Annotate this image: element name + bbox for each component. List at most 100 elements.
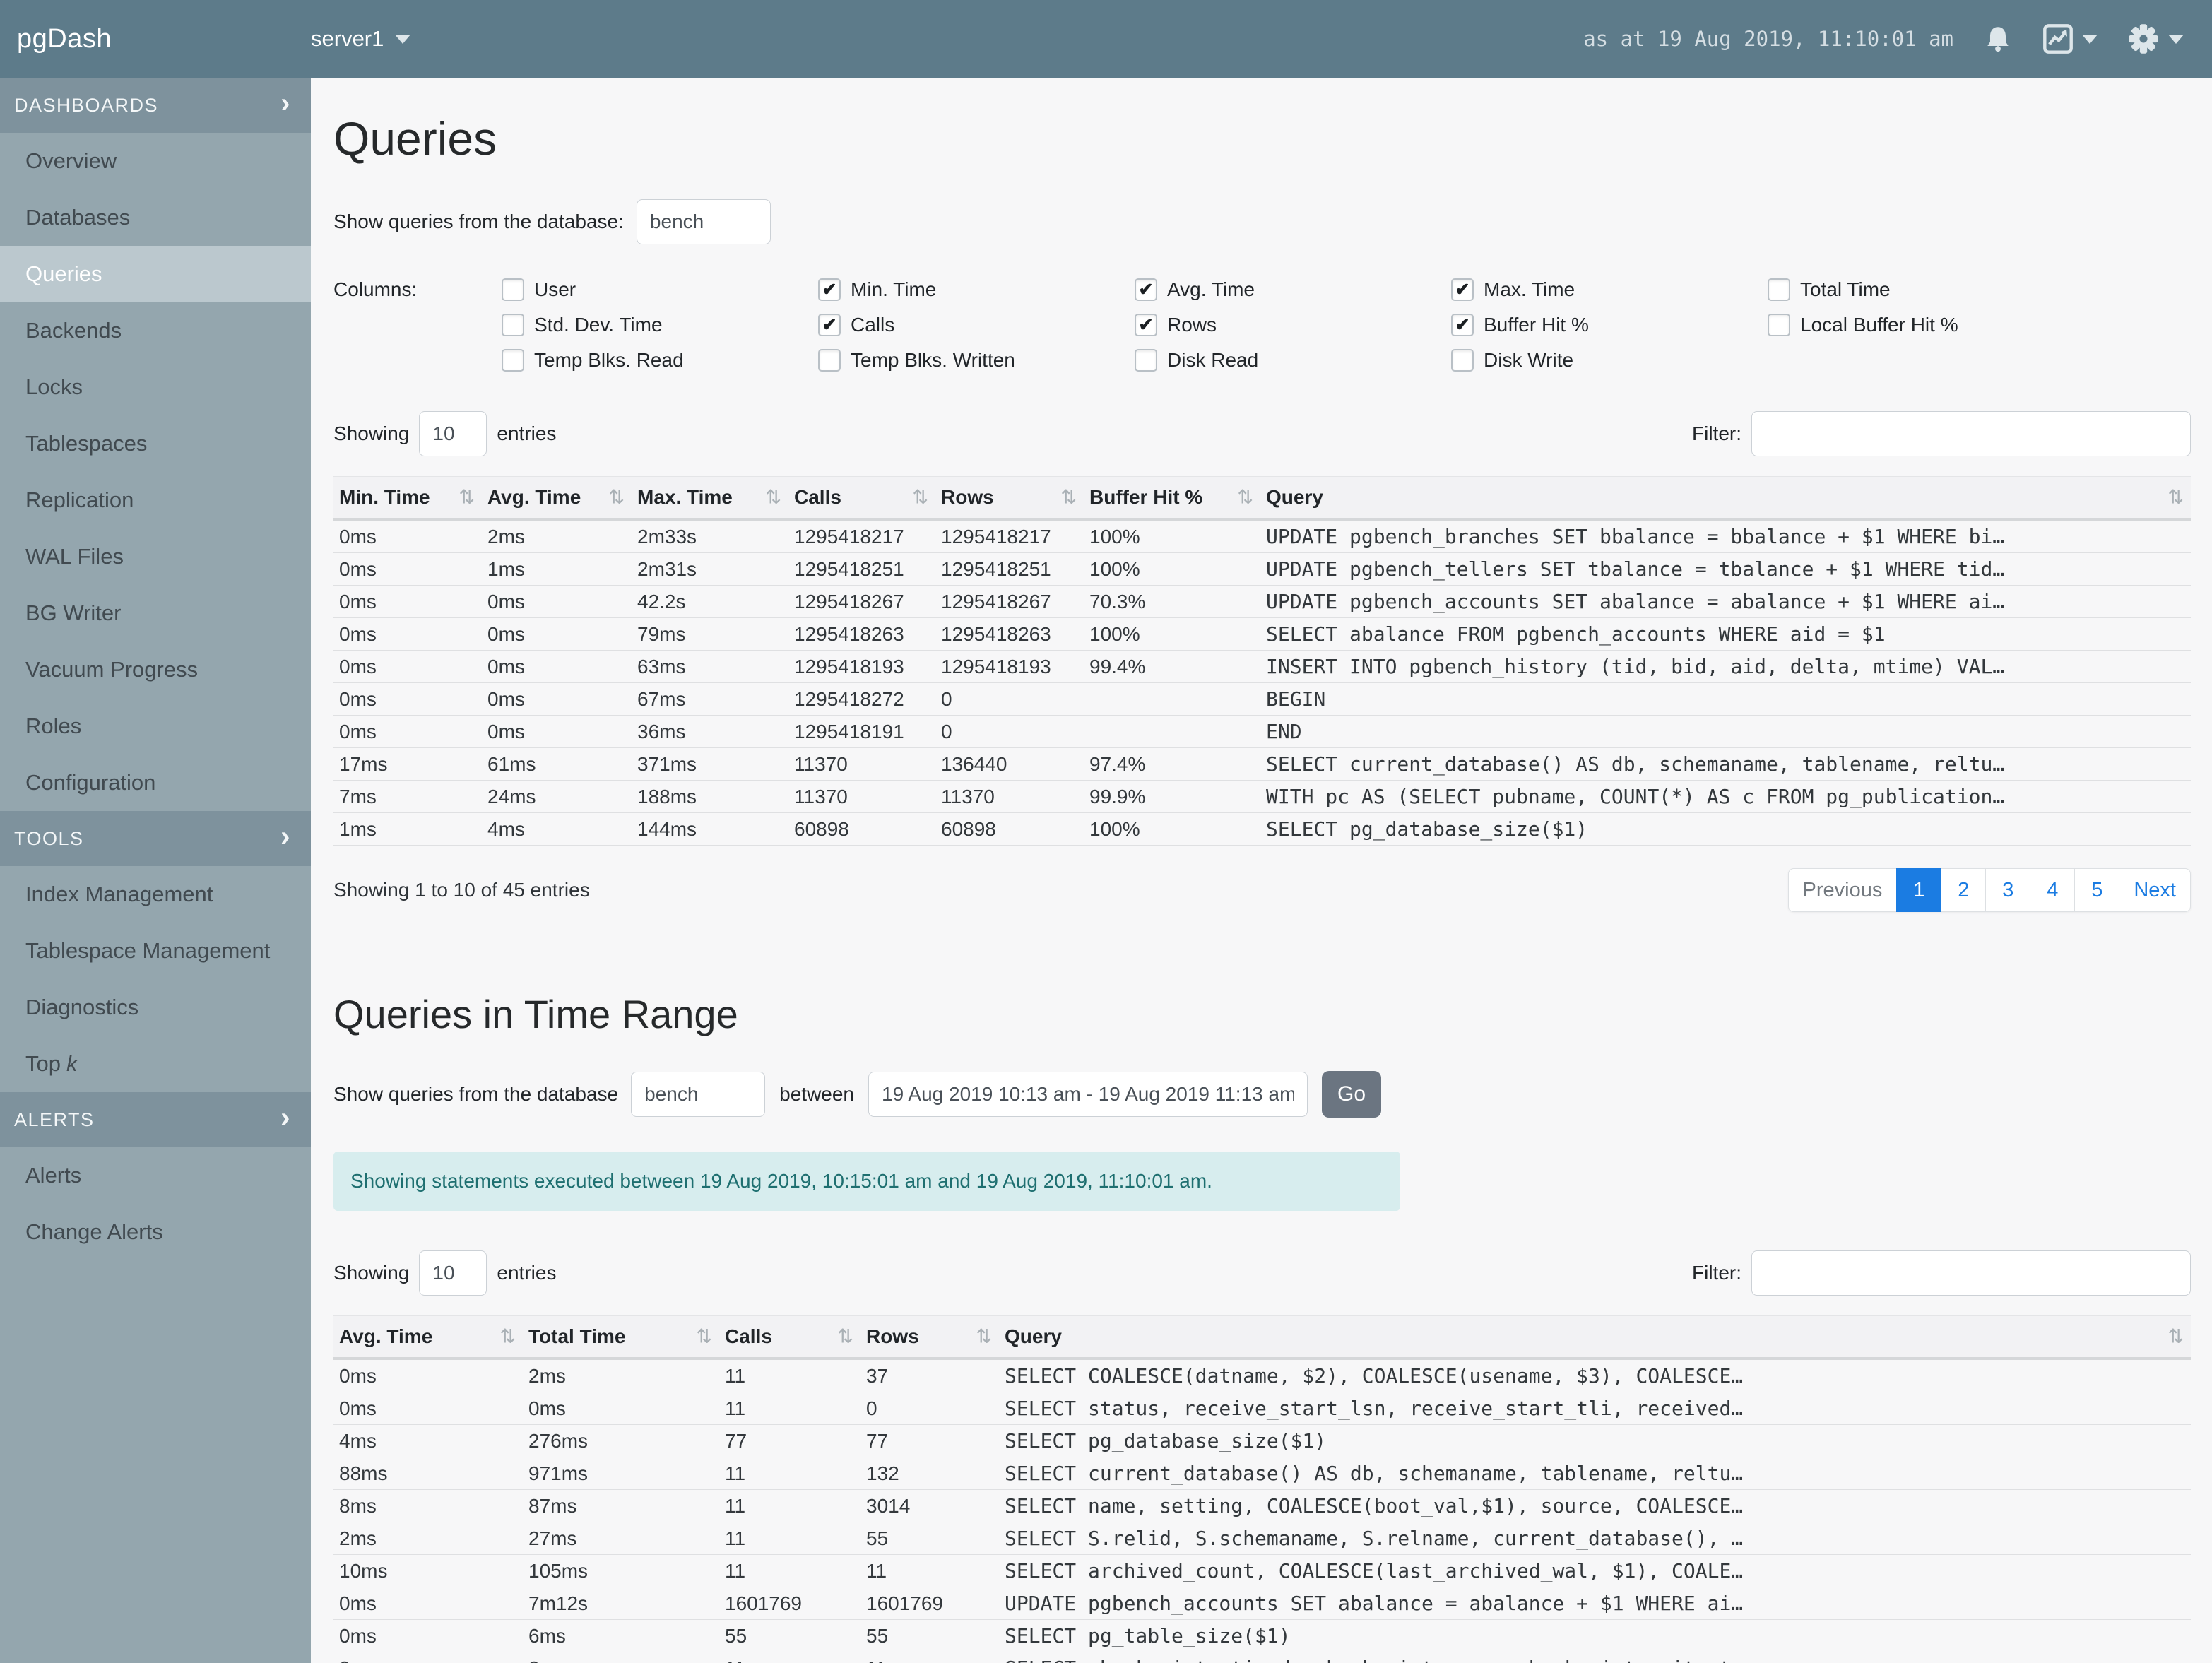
entries-count-input[interactable] xyxy=(419,1250,487,1296)
database-input[interactable] xyxy=(631,1072,766,1117)
entries-count-input[interactable] xyxy=(419,411,487,456)
date-range-input[interactable] xyxy=(868,1072,1308,1117)
query-link[interactable]: UPDATE pgbench_tellers SET tbalance = tb… xyxy=(1260,552,2191,586)
column-option-total-time[interactable]: Total Time xyxy=(1768,278,2084,301)
page-button-previous[interactable]: Previous xyxy=(1787,868,1898,912)
query-link[interactable]: SELECT name, setting, COALESCE(boot_val,… xyxy=(999,1489,2191,1522)
page-button-3[interactable]: 3 xyxy=(1985,868,2031,912)
column-header-calls[interactable]: Calls ⇅ xyxy=(719,1315,860,1360)
query-link[interactable]: UPDATE pgbench_accounts SET abalance = a… xyxy=(1260,585,2191,618)
query-link[interactable]: SELECT current_database() AS db, scheman… xyxy=(1260,747,2191,781)
column-header-query[interactable]: Query ⇅ xyxy=(999,1315,2191,1360)
page-button-next[interactable]: Next xyxy=(2119,868,2191,912)
column-header-total-time[interactable]: Total Time ⇅ xyxy=(523,1315,719,1360)
sidebar-item-diagnostics[interactable]: Diagnostics xyxy=(0,979,311,1036)
checkbox-checked-icon[interactable] xyxy=(1135,278,1157,301)
page-button-5[interactable]: 5 xyxy=(2074,868,2120,912)
checkbox-icon[interactable] xyxy=(502,314,524,336)
sidebar-item-tablespace-management[interactable]: Tablespace Management xyxy=(0,923,311,979)
column-header-buffer-hit[interactable]: Buffer Hit % ⇅ xyxy=(1084,476,1260,521)
query-link[interactable]: SELECT S.relid, S.schemaname, S.relname,… xyxy=(999,1522,2191,1555)
query-link[interactable]: SELECT pg_table_size($1) xyxy=(999,1619,2191,1652)
column-option-disk-read[interactable]: Disk Read xyxy=(1135,349,1451,372)
checkbox-checked-icon[interactable] xyxy=(818,278,841,301)
query-link[interactable]: WITH pc AS (SELECT pubname, COUNT(*) AS … xyxy=(1260,780,2191,813)
sidebar-item-change-alerts[interactable]: Change Alerts xyxy=(0,1204,311,1260)
checkbox-icon[interactable] xyxy=(1135,349,1157,372)
query-link[interactable]: UPDATE pgbench_branches SET bbalance = b… xyxy=(1260,519,2191,553)
sidebar-item-top-k[interactable]: Top k xyxy=(0,1036,311,1092)
checkbox-checked-icon[interactable] xyxy=(1451,278,1474,301)
checkbox-icon[interactable] xyxy=(502,278,524,301)
column-header-query[interactable]: Query ⇅ xyxy=(1260,476,2191,521)
filter-input[interactable] xyxy=(1751,1250,2191,1296)
column-option-user[interactable]: User xyxy=(502,278,818,301)
checkbox-checked-icon[interactable] xyxy=(818,314,841,336)
query-link[interactable]: SELECT checkpoints_timed, checkpoints_re… xyxy=(999,1652,2191,1663)
checkbox-checked-icon[interactable] xyxy=(1451,314,1474,336)
query-link[interactable]: SELECT archived_count, COALESCE(last_arc… xyxy=(999,1554,2191,1587)
sidebar-item-roles[interactable]: Roles xyxy=(0,698,311,754)
checkbox-icon[interactable] xyxy=(1451,349,1474,372)
column-option-buffer-hit[interactable]: Buffer Hit % xyxy=(1451,314,1768,336)
column-header-avg-time[interactable]: Avg. Time ⇅ xyxy=(333,1315,523,1360)
charts-menu-button[interactable] xyxy=(2042,23,2098,54)
column-header-max-time[interactable]: Max. Time ⇅ xyxy=(632,476,788,521)
column-header-avg-time[interactable]: Avg. Time ⇅ xyxy=(482,476,632,521)
column-header-calls[interactable]: Calls ⇅ xyxy=(788,476,935,521)
column-header-rows[interactable]: Rows ⇅ xyxy=(860,1315,999,1360)
sidebar-item-queries[interactable]: Queries xyxy=(0,246,311,302)
column-option-temp-blks-read[interactable]: Temp Blks. Read xyxy=(502,349,818,372)
sidebar-item-configuration[interactable]: Configuration xyxy=(0,754,311,811)
column-option-min-time[interactable]: Min. Time xyxy=(818,278,1135,301)
checkbox-icon[interactable] xyxy=(502,349,524,372)
query-link[interactable]: INSERT INTO pgbench_history (tid, bid, a… xyxy=(1260,650,2191,683)
sidebar-item-alerts[interactable]: Alerts xyxy=(0,1147,311,1204)
notifications-button[interactable] xyxy=(1983,24,2013,54)
checkbox-icon[interactable] xyxy=(1768,278,1790,301)
page-button-4[interactable]: 4 xyxy=(2030,868,2076,912)
column-option-rows[interactable]: Rows xyxy=(1135,314,1451,336)
page-button-1[interactable]: 1 xyxy=(1896,868,1942,912)
go-button[interactable]: Go xyxy=(1322,1071,1382,1118)
column-option-std-dev-time[interactable]: Std. Dev. Time xyxy=(502,314,818,336)
column-option-calls[interactable]: Calls xyxy=(818,314,1135,336)
sidebar-item-bg-writer[interactable]: BG Writer xyxy=(0,585,311,641)
sidebar-item-tablespaces[interactable]: Tablespaces xyxy=(0,415,311,472)
sidebar-item-overview[interactable]: Overview xyxy=(0,133,311,189)
column-header-min-time[interactable]: Min. Time ⇅ xyxy=(333,476,482,521)
sidebar-section-tools[interactable]: TOOLS › xyxy=(0,811,311,866)
query-link[interactable]: SELECT status, receive_start_lsn, receiv… xyxy=(999,1392,2191,1425)
query-link[interactable]: BEGIN xyxy=(1260,682,2191,716)
query-link[interactable]: SELECT current_database() AS db, scheman… xyxy=(999,1457,2191,1490)
query-link[interactable]: SELECT COALESCE(datname, $2), COALESCE(u… xyxy=(999,1359,2191,1392)
app-logo[interactable]: pgDash xyxy=(0,24,311,54)
column-option-local-buffer-hit[interactable]: Local Buffer Hit % xyxy=(1768,314,2084,336)
sidebar-item-wal-files[interactable]: WAL Files xyxy=(0,528,311,585)
server-selector[interactable]: server1 xyxy=(311,26,411,52)
checkbox-icon[interactable] xyxy=(1768,314,1790,336)
query-link[interactable]: SELECT abalance FROM pgbench_accounts WH… xyxy=(1260,617,2191,651)
sidebar-item-index-management[interactable]: Index Management xyxy=(0,866,311,923)
sidebar-item-backends[interactable]: Backends xyxy=(0,302,311,359)
query-link[interactable]: UPDATE pgbench_accounts SET abalance = a… xyxy=(999,1587,2191,1620)
settings-menu-button[interactable] xyxy=(2127,23,2184,55)
sidebar-item-replication[interactable]: Replication xyxy=(0,472,311,528)
sidebar-item-locks[interactable]: Locks xyxy=(0,359,311,415)
column-option-disk-write[interactable]: Disk Write xyxy=(1451,349,1768,372)
sidebar-item-vacuum-progress[interactable]: Vacuum Progress xyxy=(0,641,311,698)
column-option-avg-time[interactable]: Avg. Time xyxy=(1135,278,1451,301)
filter-input[interactable] xyxy=(1751,411,2191,456)
column-header-rows[interactable]: Rows ⇅ xyxy=(935,476,1084,521)
checkbox-icon[interactable] xyxy=(818,349,841,372)
query-link[interactable]: SELECT pg_database_size($1) xyxy=(999,1424,2191,1457)
sidebar-item-databases[interactable]: Databases xyxy=(0,189,311,246)
query-link[interactable]: SELECT pg_database_size($1) xyxy=(1260,812,2191,846)
query-link[interactable]: END xyxy=(1260,715,2191,748)
sidebar-section-dashboards[interactable]: DASHBOARDS › xyxy=(0,78,311,133)
checkbox-checked-icon[interactable] xyxy=(1135,314,1157,336)
page-button-2[interactable]: 2 xyxy=(1941,868,1987,912)
column-option-temp-blks-written[interactable]: Temp Blks. Written xyxy=(818,349,1135,372)
column-option-max-time[interactable]: Max. Time xyxy=(1451,278,1768,301)
sidebar-section-alerts[interactable]: ALERTS › xyxy=(0,1092,311,1147)
